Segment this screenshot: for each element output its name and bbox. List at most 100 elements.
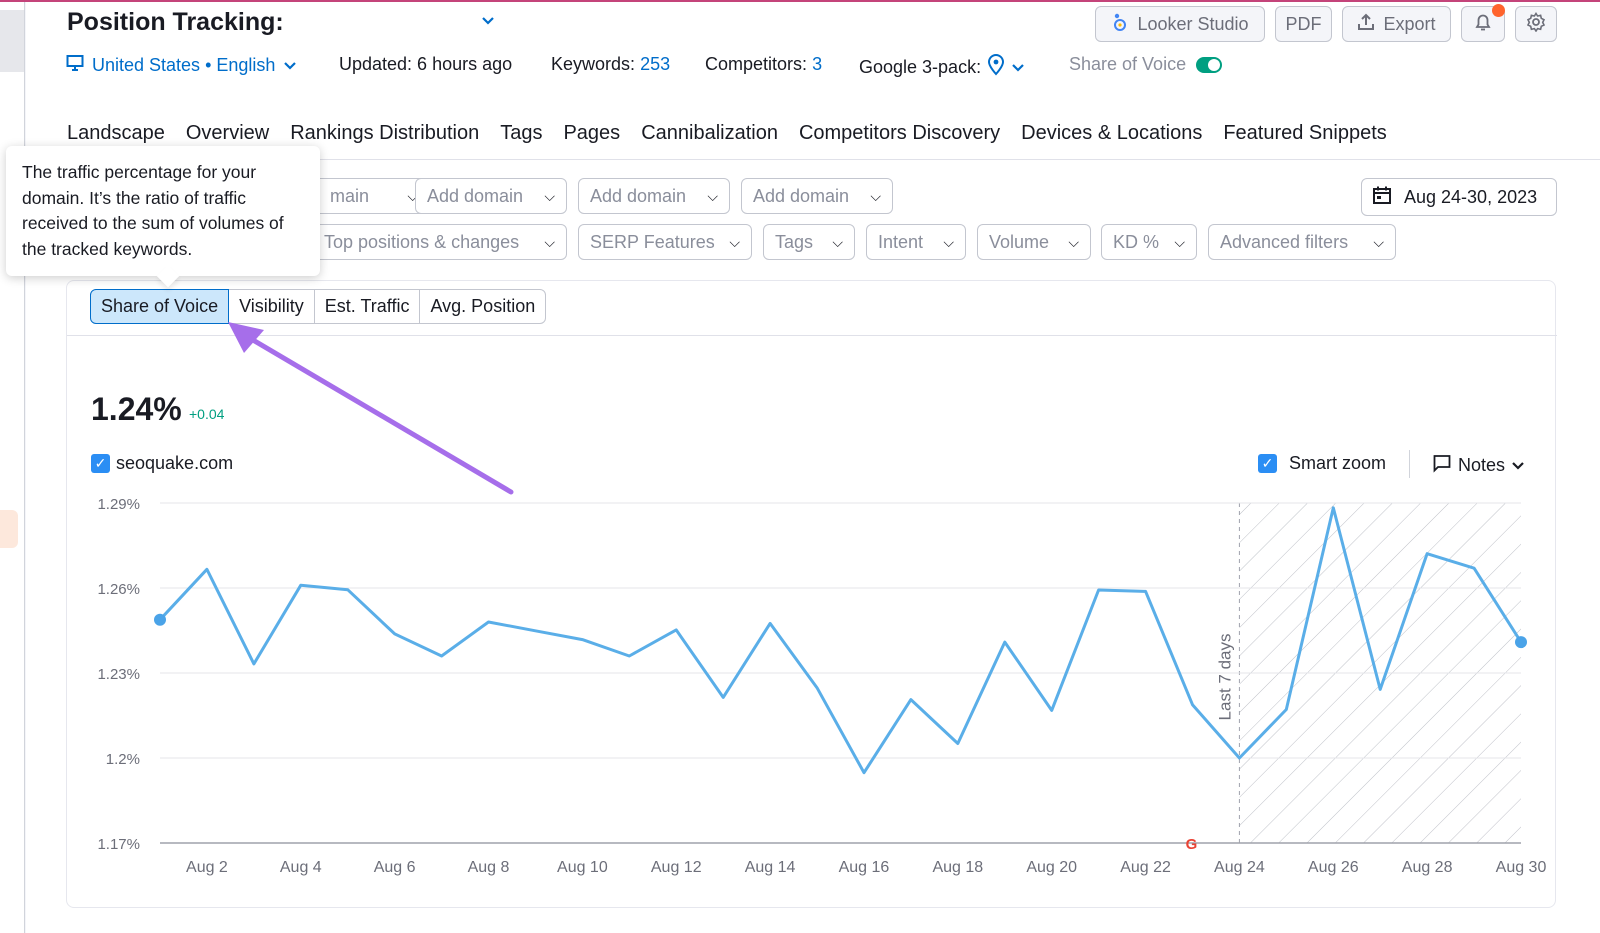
- chevron-down-icon: ⌵: [1373, 233, 1384, 250]
- chart-card: [66, 280, 1557, 908]
- tab-landscape[interactable]: Landscape: [67, 122, 165, 145]
- smart-zoom-toggle[interactable]: ✓ Smart zoom: [1258, 453, 1386, 474]
- serp-features-label: SERP Features: [590, 231, 715, 252]
- tab-overview[interactable]: Overview: [186, 122, 269, 145]
- card-header-divider: [67, 335, 1557, 336]
- google-3-pack-label: Google 3-pack:: [859, 57, 982, 77]
- chevron-down-icon: ⌵: [1068, 233, 1079, 250]
- monitor-icon: [66, 54, 84, 77]
- pdf-button[interactable]: PDF: [1275, 6, 1332, 42]
- add-domain-label: Add domain: [427, 185, 524, 206]
- export-label: Export: [1383, 13, 1436, 34]
- chevron-down-icon: [1511, 455, 1525, 476]
- notification-dot: [1492, 4, 1505, 17]
- date-range-picker[interactable]: Aug 24-30, 2023: [1361, 178, 1557, 216]
- keywords-count[interactable]: Keywords: 253: [551, 54, 670, 75]
- chevron-down-icon: ⌵: [1174, 233, 1185, 250]
- share-of-voice-tooltip: The traffic percentage for your domain. …: [6, 146, 320, 288]
- competitors-count[interactable]: Competitors: 3: [705, 54, 822, 75]
- chevron-down-icon: ⌵: [729, 233, 740, 250]
- location-chevron-down-icon: [283, 55, 297, 76]
- settings-button[interactable]: [1515, 6, 1557, 42]
- location-selector[interactable]: United States • English: [66, 54, 297, 77]
- google-3-pack-selector[interactable]: Google 3-pack:: [859, 54, 1025, 81]
- notes-dropdown[interactable]: Notes: [1432, 453, 1525, 478]
- add-domain-label: Add domain: [590, 185, 687, 206]
- share-of-voice-delta: +0.04: [189, 406, 225, 422]
- tab-competitors-discovery[interactable]: Competitors Discovery: [799, 122, 1000, 145]
- calendar-icon: [1372, 185, 1392, 210]
- tab-devices-locations[interactable]: Devices & Locations: [1021, 122, 1202, 145]
- updated-status: Updated: 6 hours ago: [339, 54, 513, 74]
- add-domain-dropdown-1[interactable]: Add domain ⌵: [415, 178, 567, 214]
- share-of-voice-value: 1.24%: [91, 391, 182, 427]
- share-of-voice-toggle[interactable]: Share of Voice: [1069, 54, 1223, 75]
- pdf-label: PDF: [1285, 13, 1322, 34]
- left-sidebar[interactable]: [0, 2, 25, 933]
- gear-icon: [1526, 11, 1546, 37]
- looker-studio-icon: [1111, 12, 1129, 37]
- looker-studio-label: Looker Studio: [1137, 13, 1249, 34]
- serp-features-filter[interactable]: SERP Features ⌵: [578, 224, 752, 260]
- tab-pages[interactable]: Pages: [563, 122, 620, 145]
- legend-domain-label: seoquake.com: [116, 453, 234, 473]
- note-icon: [1432, 453, 1452, 478]
- chevron-down-icon: ⌵: [544, 187, 555, 204]
- bell-icon: [1473, 12, 1493, 37]
- tags-label: Tags: [775, 231, 814, 252]
- tab-featured-snippets[interactable]: Featured Snippets: [1223, 122, 1386, 145]
- tab-avg-position[interactable]: Avg. Position: [419, 289, 547, 324]
- add-domain-dropdown-2[interactable]: Add domain ⌵: [578, 178, 730, 214]
- export-button[interactable]: Export: [1342, 6, 1451, 42]
- intent-label: Intent: [878, 231, 924, 252]
- chevron-down-icon: ⌵: [707, 187, 718, 204]
- toggle-switch[interactable]: [1196, 56, 1223, 73]
- checkbox-checked-icon[interactable]: ✓: [1258, 454, 1277, 473]
- sidebar-active-block[interactable]: [0, 10, 24, 72]
- location-label: United States • English: [92, 55, 276, 75]
- checkbox-checked-icon[interactable]: ✓: [91, 454, 110, 473]
- advanced-filters-label: Advanced filters: [1220, 231, 1349, 252]
- export-icon: [1357, 13, 1375, 36]
- volume-filter[interactable]: Volume ⌵: [977, 224, 1091, 260]
- tab-share-of-voice[interactable]: Share of Voice: [90, 289, 230, 324]
- keywords-label: Keywords:: [551, 54, 636, 74]
- add-domain-dropdown-3[interactable]: Add domain ⌵: [741, 178, 893, 214]
- map-pin-icon: [987, 54, 1005, 81]
- tab-visibility[interactable]: Visibility: [228, 289, 315, 324]
- tooltip-text: The traffic percentage for your domain. …: [22, 162, 284, 259]
- chevron-down-icon: ⌵: [544, 233, 555, 250]
- top-positions-filter[interactable]: Top positions & changes ⌵: [312, 224, 567, 260]
- keywords-value[interactable]: 253: [640, 54, 670, 74]
- competitors-value[interactable]: 3: [812, 54, 822, 74]
- kd-filter[interactable]: KD % ⌵: [1101, 224, 1197, 260]
- date-range-label: Aug 24-30, 2023: [1404, 186, 1538, 207]
- series-legend[interactable]: ✓ seoquake.com: [91, 453, 233, 474]
- tab-rankings-distribution[interactable]: Rankings Distribution: [290, 122, 479, 145]
- competitors-label: Competitors:: [705, 54, 808, 74]
- tab-tags[interactable]: Tags: [500, 122, 542, 145]
- tags-filter[interactable]: Tags ⌵: [763, 224, 855, 260]
- add-domain-label: Add domain: [753, 185, 850, 206]
- chevron-down-icon: ⌵: [870, 187, 881, 204]
- notes-label: Notes: [1458, 455, 1506, 475]
- metric-segmented-control: Share of Voice Visibility Est. Traffic A…: [90, 289, 547, 324]
- looker-studio-button[interactable]: Looker Studio: [1095, 6, 1265, 42]
- sidebar-highlight[interactable]: [0, 510, 18, 548]
- share-of-voice-toggle-label: Share of Voice: [1069, 54, 1187, 74]
- project-chevron-down-icon[interactable]: [480, 14, 496, 32]
- top-positions-label: Top positions & changes: [324, 231, 520, 252]
- tab-cannibalization[interactable]: Cannibalization: [641, 122, 778, 145]
- tab-est-traffic[interactable]: Est. Traffic: [313, 289, 421, 324]
- intent-filter[interactable]: Intent ⌵: [866, 224, 966, 260]
- divider: [1409, 450, 1410, 478]
- kd-label: KD %: [1113, 231, 1160, 252]
- advanced-filters[interactable]: Advanced filters ⌵: [1208, 224, 1396, 260]
- smart-zoom-label: Smart zoom: [1289, 453, 1387, 473]
- chevron-down-icon: ⌵: [832, 233, 843, 250]
- google-3-pack-chevron-down-icon: [1011, 57, 1025, 78]
- volume-label: Volume: [989, 231, 1050, 252]
- report-tabs: Landscape Overview Rankings Distribution…: [67, 122, 1387, 145]
- chevron-down-icon: ⌵: [943, 233, 954, 250]
- page-title: Position Tracking:: [67, 8, 284, 36]
